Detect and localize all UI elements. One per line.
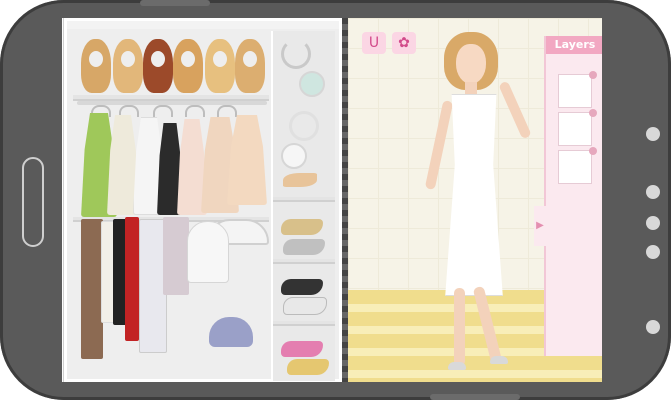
hanger-icon (185, 105, 205, 117)
wardrobe-top-trim (67, 21, 339, 29)
shoe-option-gold-sandal[interactable] (287, 359, 329, 375)
model-left-arm (424, 99, 454, 191)
game-screen: ᑌ ✿ Layers ▶ (62, 18, 602, 382)
accessory-option-hat[interactable] (299, 71, 325, 97)
shoe-option-white[interactable] (283, 297, 327, 315)
shoes-button[interactable]: ✿ (392, 32, 416, 54)
hair-option-short-blonde[interactable] (235, 39, 265, 93)
shoe-option-black[interactable] (281, 279, 323, 295)
phone-bottom-button[interactable] (430, 394, 520, 400)
model-left-shoe (448, 362, 466, 370)
shoe-option-pink[interactable] (281, 341, 323, 357)
wardrobe (64, 18, 342, 382)
model-left-leg (454, 288, 465, 366)
layer-item-dress[interactable] (558, 71, 597, 108)
bag-option-lavender[interactable] (209, 317, 253, 347)
hair-option-wavy-blonde[interactable] (113, 39, 143, 93)
layers-panel: Layers ▶ (534, 36, 602, 356)
layer-remove-icon[interactable] (589, 109, 597, 117)
accessory-option-pendant[interactable] (289, 111, 319, 141)
accessory-option-feather[interactable] (283, 173, 317, 187)
phone-sensor-icon (646, 216, 660, 230)
pants-option-brown[interactable] (81, 219, 103, 359)
model-right-leg (472, 285, 503, 365)
model-right-arm (498, 80, 532, 140)
shoe-option-silver[interactable] (283, 239, 325, 255)
phone-speaker (22, 157, 44, 247)
accessories-shelf (273, 197, 335, 202)
model-dress (445, 94, 503, 296)
hanger-icon (217, 105, 237, 117)
phone-sensor-icon (646, 245, 660, 259)
top-option-floral[interactable] (163, 217, 189, 295)
hair-option-bob-blonde[interactable] (205, 39, 235, 93)
layers-toggle-arrow-icon[interactable]: ▶ (534, 206, 546, 246)
layer-item-outfit[interactable] (558, 109, 597, 146)
hair-option-long-blonde[interactable] (173, 39, 203, 93)
model-right-shoe (490, 356, 508, 364)
phone-sensor-icon (646, 320, 660, 334)
dress-up-stage: ᑌ ✿ Layers ▶ (348, 18, 602, 382)
model-neck (465, 82, 477, 96)
dress-option-peach[interactable] (227, 115, 267, 205)
hair-option-auburn[interactable] (143, 39, 173, 93)
top-option-lace[interactable] (187, 221, 229, 283)
phone-frame: ᑌ ✿ Layers ▶ (0, 0, 671, 400)
shoe-option-gold[interactable] (281, 219, 323, 235)
layer-remove-icon[interactable] (589, 147, 597, 155)
model-face (456, 44, 486, 84)
layer-remove-icon[interactable] (589, 71, 597, 79)
phone-top-button[interactable] (140, 0, 210, 6)
horseshoe-magnet-icon: ᑌ (368, 35, 380, 51)
skirt-option-red[interactable] (125, 217, 139, 341)
shoes-shelf-1 (273, 259, 335, 264)
phone-sensor-icon (646, 185, 660, 199)
hair-option-curly-blonde[interactable] (81, 39, 111, 93)
accessories-column (271, 31, 335, 381)
layer-item-hair[interactable] (558, 147, 597, 184)
hanger-icon (153, 105, 173, 117)
shoe-icon: ✿ (398, 35, 410, 51)
layers-title: Layers (546, 36, 602, 54)
dress-up-model[interactable] (424, 32, 548, 372)
clothes-rod (77, 101, 267, 105)
phone-sensor-icon (646, 127, 660, 141)
accessory-option-necklace[interactable] (281, 39, 311, 69)
shoes-shelf-2 (273, 321, 335, 326)
magnet-button[interactable]: ᑌ (362, 32, 386, 54)
accessory-option-bow[interactable] (281, 143, 307, 169)
